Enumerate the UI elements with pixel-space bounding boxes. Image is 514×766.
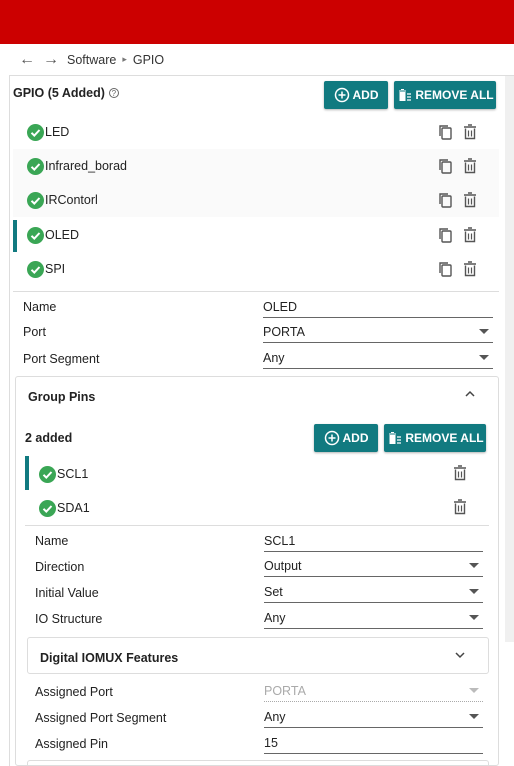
pin-name-label: Name <box>35 534 69 548</box>
gpio-item-label: IRContorl <box>45 193 98 207</box>
add-circle-icon <box>324 430 340 446</box>
gpio-item-label: OLED <box>45 228 80 242</box>
add-label: ADD <box>342 431 369 445</box>
gpio-item-infrared[interactable]: Infrared_borad <box>13 149 499 183</box>
help-icon[interactable]: ? <box>108 88 119 98</box>
io-structure-select[interactable]: Any <box>264 609 483 629</box>
name-input[interactable]: OLED <box>263 298 493 318</box>
dropdown-caret-icon <box>479 355 489 360</box>
direction-label: Direction <box>35 560 85 574</box>
add-label: ADD <box>352 88 379 102</box>
trash-icon[interactable] <box>453 465 467 484</box>
pin-item-scl1-selected[interactable]: SCL1 <box>25 456 490 490</box>
forward-arrow-icon[interactable]: → <box>43 51 67 69</box>
pin-name-input[interactable]: SCL1 <box>264 532 483 552</box>
add-gpio-button[interactable]: ADD <box>324 81 388 109</box>
check-circle-icon <box>27 192 44 212</box>
copy-icon[interactable] <box>437 261 454 281</box>
dropdown-caret-icon <box>469 563 479 568</box>
digital-iomux-title[interactable]: Digital IOMUX Features <box>40 651 178 665</box>
check-circle-icon <box>27 158 44 178</box>
breadcrumb-gpio: GPIO <box>132 52 165 67</box>
check-circle-icon <box>27 227 44 247</box>
remove-all-label: REMOVE ALL <box>405 431 484 445</box>
divider <box>13 291 499 292</box>
gpio-item-label: SPI <box>45 262 66 276</box>
add-pin-button[interactable]: ADD <box>314 424 378 452</box>
check-circle-icon <box>39 466 56 486</box>
chevron-up-icon[interactable] <box>464 388 476 403</box>
gpio-header: GPIO (5 Added) ? <box>13 86 119 100</box>
copy-icon[interactable] <box>437 124 454 144</box>
next-panel <box>27 760 489 766</box>
pin-item-sda1[interactable]: SDA1 <box>25 490 490 524</box>
dropdown-caret-icon <box>469 589 479 594</box>
gpio-item-ircontorl[interactable]: IRContorl <box>13 183 499 217</box>
assigned-port-label: Assigned Port <box>35 685 113 699</box>
pin-item-label: SCL1 <box>57 467 89 481</box>
trash-icon[interactable] <box>453 499 467 518</box>
trash-icon[interactable] <box>463 227 477 246</box>
assigned-pin-input[interactable]: 15 <box>264 734 483 754</box>
trash-icon[interactable] <box>463 124 477 143</box>
group-pins-title[interactable]: Group Pins <box>28 390 95 404</box>
check-circle-icon <box>27 124 44 144</box>
assigned-pin-label: Assigned Pin <box>35 737 108 751</box>
assigned-port-segment-select[interactable]: Any <box>264 708 483 728</box>
remove-all-icon <box>396 87 412 103</box>
copy-icon[interactable] <box>437 158 454 178</box>
dropdown-caret-icon <box>469 615 479 620</box>
remove-all-pins-button[interactable]: REMOVE ALL <box>384 424 486 452</box>
dropdown-caret-icon <box>469 714 479 719</box>
io-structure-label: IO Structure <box>35 612 103 626</box>
copy-icon[interactable] <box>437 227 454 247</box>
remove-all-gpio-button[interactable]: REMOVE ALL <box>394 81 496 109</box>
chevron-down-icon[interactable] <box>454 649 466 664</box>
trash-icon[interactable] <box>463 192 477 211</box>
trash-icon[interactable] <box>463 261 477 280</box>
breadcrumb-software[interactable]: Software <box>67 53 116 67</box>
group-pins-count: 2 added <box>25 431 73 445</box>
remove-all-icon <box>386 430 402 446</box>
pin-item-label: SDA1 <box>57 501 90 515</box>
assigned-port-segment-label: Assigned Port Segment <box>35 711 167 725</box>
left-border <box>9 76 10 766</box>
assigned-port-select: PORTA <box>264 682 483 702</box>
selection-indicator <box>13 220 17 252</box>
check-circle-icon <box>39 500 56 520</box>
back-arrow-icon[interactable]: ← <box>19 51 43 69</box>
add-circle-icon <box>334 87 350 103</box>
port-label: Port <box>23 325 46 339</box>
dropdown-caret-icon <box>479 329 489 334</box>
gpio-item-label: LED <box>45 125 70 139</box>
breadcrumb-separator-icon: ▸ <box>122 54 127 64</box>
divider <box>25 525 489 526</box>
gpio-item-spi[interactable]: SPI <box>13 252 499 286</box>
port-segment-select[interactable]: Any <box>263 349 493 369</box>
gpio-item-oled-selected[interactable]: OLED <box>13 218 499 252</box>
name-label: Name <box>23 300 57 314</box>
dropdown-caret-icon <box>469 688 479 693</box>
initial-value-select[interactable]: Set <box>264 583 483 603</box>
selection-indicator <box>25 456 29 490</box>
port-segment-label: Port Segment <box>23 352 100 366</box>
trash-icon[interactable] <box>463 158 477 177</box>
remove-all-label: REMOVE ALL <box>415 88 494 102</box>
check-circle-icon <box>27 261 44 281</box>
gpio-title: GPIO (5 Added) <box>13 86 105 100</box>
breadcrumb: ← → Software ▸ GPIO <box>9 44 514 76</box>
gpio-item-led[interactable]: LED <box>13 115 499 149</box>
direction-select[interactable]: Output <box>264 557 483 577</box>
port-select[interactable]: PORTA <box>263 323 493 343</box>
initial-value-label: Initial Value <box>35 586 99 600</box>
gpio-item-label: Infrared_borad <box>45 159 128 173</box>
app-top-bar <box>0 0 514 44</box>
copy-icon[interactable] <box>437 192 454 212</box>
scrollbar-track[interactable] <box>505 76 514 642</box>
